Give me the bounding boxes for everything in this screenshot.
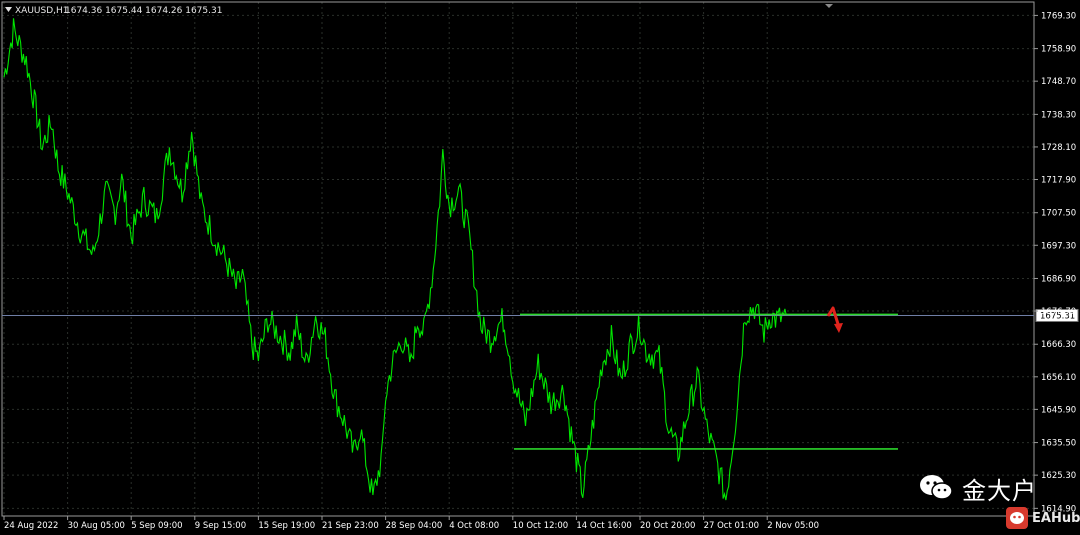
- y-tick-label: 1645.90: [1041, 405, 1076, 415]
- x-tick-label: 4 Oct 08:00: [449, 521, 499, 531]
- y-tick-label: 1707.50: [1041, 209, 1076, 219]
- y-tick-label: 1686.90: [1041, 274, 1076, 284]
- x-tick-label: 5 Sep 09:00: [131, 521, 182, 531]
- y-tick-label: 1666.30: [1041, 340, 1076, 350]
- chart-background: [0, 0, 1080, 535]
- x-tick-label: 24 Aug 2022: [4, 521, 58, 531]
- x-tick-label: 10 Oct 12:00: [513, 521, 568, 531]
- ohlc-label: 1674.36 1675.44 1674.26 1675.31: [65, 6, 222, 16]
- x-tick-label: 20 Oct 20:00: [640, 521, 695, 531]
- watermark-brand-text: 金大户: [962, 476, 1037, 505]
- x-tick-label: 15 Sep 19:00: [258, 521, 315, 531]
- x-tick-label: 28 Sep 04:00: [386, 521, 443, 531]
- y-tick-label: 1676.70: [1041, 307, 1076, 317]
- price-chart[interactable]: 1675.31 1769.301758.901748.701738.301728…: [0, 0, 1080, 535]
- y-tick-label: 1748.70: [1041, 77, 1076, 87]
- eahub-badge: EAHub: [1006, 507, 1080, 529]
- eahub-text: EAHub: [1032, 510, 1080, 526]
- x-tick-label: 14 Oct 16:00: [576, 521, 631, 531]
- x-tick-label: 27 Oct 01:00: [704, 521, 759, 531]
- wechat-icon: [920, 475, 953, 500]
- x-tick-label: 9 Sep 15:00: [195, 521, 246, 531]
- y-tick-label: 1656.10: [1041, 373, 1076, 383]
- x-tick-label: 30 Aug 05:00: [68, 521, 125, 531]
- y-tick-label: 1635.50: [1041, 439, 1076, 449]
- y-tick-label: 1728.10: [1041, 143, 1076, 153]
- y-tick-label: 1769.30: [1041, 11, 1076, 21]
- eahub-logo-icon: [1006, 507, 1028, 529]
- y-tick-label: 1697.30: [1041, 241, 1076, 251]
- x-tick-label: 21 Sep 23:00: [322, 521, 379, 531]
- y-tick-label: 1717.90: [1041, 176, 1076, 186]
- y-tick-label: 1758.90: [1041, 45, 1076, 55]
- wechat-watermark: 金大户: [918, 472, 1058, 505]
- symbol-label: XAUUSD,H1: [15, 6, 69, 16]
- y-tick-label: 1738.30: [1041, 110, 1076, 120]
- x-tick-label: 2 Nov 05:00: [767, 521, 819, 531]
